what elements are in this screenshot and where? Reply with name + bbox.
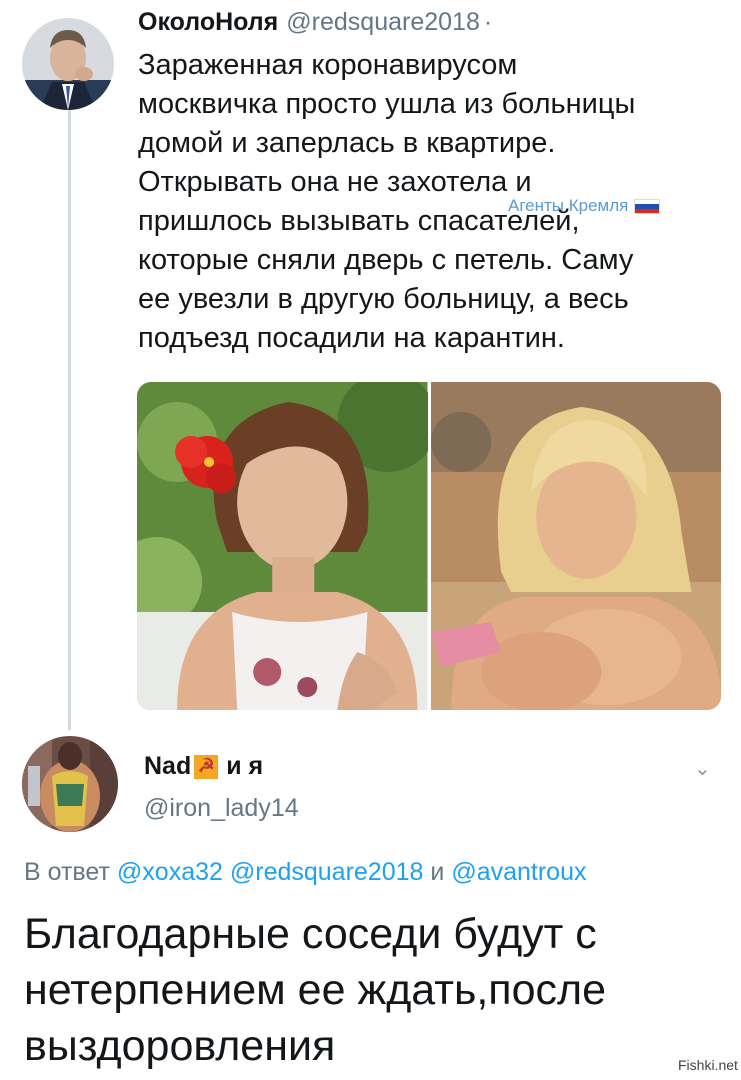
tweet-line: подъезд посадили на карантин. [138,322,565,354]
tweet-line: Зараженная коронавирусом [138,49,518,81]
avatar-photo [22,18,114,110]
tweet-media[interactable] [137,382,721,710]
tweet-text: Благодарные соседи будут с нетерпением е… [24,910,607,1070]
avatar[interactable] [22,18,114,110]
user-handle[interactable]: @redsquare2018 [286,8,480,36]
display-name-part: Nad [144,752,192,780]
tweet-line: домой и заперлась в квартире. [138,127,556,159]
photo-woman-with-flower[interactable] [137,382,428,710]
user-handle[interactable]: @iron_lady14 [144,794,299,823]
mention-link[interactable]: @redsquare2018 [230,858,424,886]
hammer-and-sickle-icon: ☭ [194,754,219,779]
russian-flag-icon [634,199,661,215]
site-watermark: Fishki.net [678,1057,738,1073]
photo-blonde-woman-beach[interactable] [430,382,722,710]
thread-connector-line [68,108,71,730]
watermark-text: Агенты Кремля [508,196,629,215]
separator-dot: · [483,8,493,36]
watermark: Агенты Кремля [508,196,661,216]
mention-link[interactable]: @avantroux [451,858,586,886]
tweet-line: ее увезли в другую больницу, а весь [138,283,629,315]
reply-conjunction: и [430,858,445,886]
reply-prefix: В ответ [24,858,110,886]
avatar[interactable] [22,736,118,832]
display-name[interactable]: ОколоНоля [138,8,278,36]
tweet-line: которые сняли дверь с петель. Саму [138,244,634,276]
tweet-line: москвичка просто ушла из больницы [138,88,636,120]
avatar-photo [22,736,118,832]
display-name-part: и я [226,752,264,780]
mention-link[interactable]: @xoxa32 [117,858,223,886]
reply-context: В ответ @xoxa32 @redsquare2018 и @avantr… [24,858,586,887]
chevron-down-icon[interactable]: ⌄ [694,756,711,781]
display-name[interactable]: Nad ☭ и я [144,752,263,781]
tweet-header: ОколоНоля @redsquare2018 · [138,8,492,37]
